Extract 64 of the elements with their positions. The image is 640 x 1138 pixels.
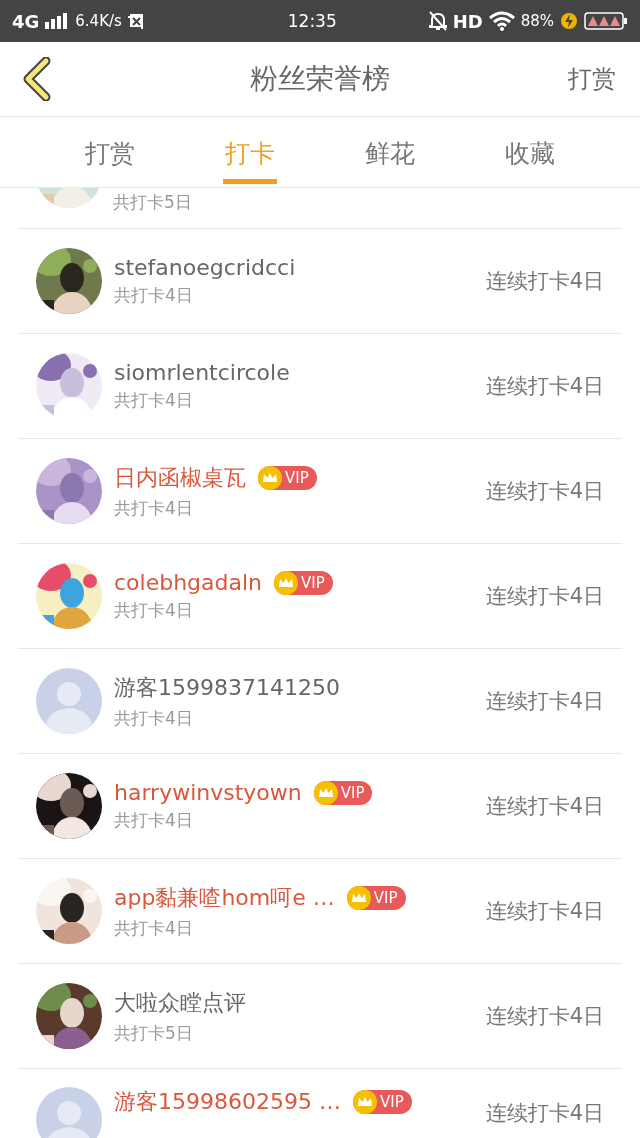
tab[interactable]: 打赏 — [83, 117, 137, 184]
fan-row[interactable]: 游客15998602595 … VIP 连续打卡4日 — [18, 1069, 622, 1138]
streak-label: 连续打卡4日 — [485, 793, 604, 820]
streak-label: 连续打卡4日 — [485, 1003, 604, 1030]
vip-label: VIP — [301, 573, 325, 592]
crown-icon — [346, 885, 371, 910]
hd-label: HD — [452, 10, 483, 32]
user-name: stefanoegcridcci — [114, 255, 296, 280]
user-name: 游客15998602595 … — [114, 1088, 341, 1116]
streak-label: 连续打卡4日 — [485, 583, 604, 610]
streak-label: 连续打卡4日 — [485, 898, 604, 925]
streak-label: 连续打卡4日 — [485, 688, 604, 715]
fan-row[interactable]: stefanoegcridcci 共打卡4日 连续打卡4日 — [18, 229, 622, 334]
streak-label: 连续打卡4日 — [485, 268, 604, 295]
checkin-count: 共打卡4日 — [114, 706, 194, 730]
vip-label: VIP — [285, 468, 309, 487]
checkin-count: 共打卡4日 — [114, 809, 194, 832]
battery-icon — [584, 12, 628, 30]
streak-label: 连续打卡4日 — [485, 478, 604, 505]
checkin-count: 共打卡5日 — [113, 191, 192, 214]
signal-icon — [45, 13, 70, 29]
wifi-icon — [488, 11, 515, 31]
reward-button[interactable]: 打赏 — [564, 63, 620, 95]
screenshot-icon — [127, 12, 146, 30]
fan-row[interactable]: 大啦众瞠点评 共打卡5日 连续打卡4日 — [18, 964, 622, 1069]
checkin-count: 共打卡5日 — [114, 1021, 194, 1045]
network-speed: 6.4K/s — [75, 12, 122, 30]
fan-row[interactable]: app黏兼喳hom呵e … VIP 共打卡4日 连续打卡4日 — [18, 859, 622, 964]
checkin-count: 共打卡4日 — [114, 284, 194, 307]
default-avatar-icon — [36, 1087, 102, 1138]
user-name: 大啦众瞠点评 — [114, 988, 246, 1017]
user-name: 日内函椒桌瓦 — [114, 463, 246, 492]
fan-row[interactable]: harrywinvstyown VIP 共打卡4日 连续打卡4日 — [18, 754, 622, 859]
vip-label: VIP — [373, 888, 398, 907]
network-type: 4G — [12, 10, 40, 32]
default-avatar-icon — [36, 668, 102, 734]
user-name: harrywinvstyown — [114, 780, 302, 805]
battery-percent: 88% — [520, 12, 554, 30]
streak-label: 连续打卡4日 — [485, 1100, 604, 1127]
checkin-count: 共打卡4日 — [114, 599, 194, 622]
crown-icon — [352, 1090, 377, 1114]
tab[interactable]: 收藏 — [503, 117, 557, 184]
fan-row[interactable]: colebhgadaln VIP 共打卡4日 连续打卡4日 — [18, 544, 622, 649]
fan-row[interactable]: siomrlentcircole 共打卡4日 连续打卡4日 — [18, 334, 622, 439]
fan-row[interactable]: 日内函椒桌瓦 VIP 共打卡4日 连续打卡4日 — [18, 439, 622, 544]
vip-label: VIP — [379, 1093, 404, 1111]
page-title: 粉丝荣誉榜 — [250, 61, 390, 97]
bell-off-icon — [428, 11, 447, 31]
checkin-count: 共打卡4日 — [114, 496, 194, 520]
user-name: colebhgadaln — [114, 570, 263, 595]
charging-icon — [560, 12, 578, 30]
clock: 12:35 — [287, 11, 337, 31]
crown-icon — [274, 570, 299, 595]
user-name: 游客1599837141250 — [114, 673, 340, 702]
checkin-count: 共打卡4日 — [114, 916, 194, 940]
tab[interactable]: 鲜花 — [363, 117, 417, 184]
crown-icon — [258, 465, 282, 490]
fan-row[interactable]: 游客1599837141250 共打卡4日 连续打卡4日 — [18, 649, 622, 754]
checkin-count: 共打卡4日 — [114, 389, 194, 412]
vip-label: VIP — [340, 783, 365, 802]
crown-icon — [313, 780, 338, 805]
user-name: app黏兼喳hom呵e … — [114, 883, 335, 912]
streak-label: 连续打卡4日 — [485, 373, 604, 400]
user-name: siomrlentcircole — [114, 360, 290, 385]
